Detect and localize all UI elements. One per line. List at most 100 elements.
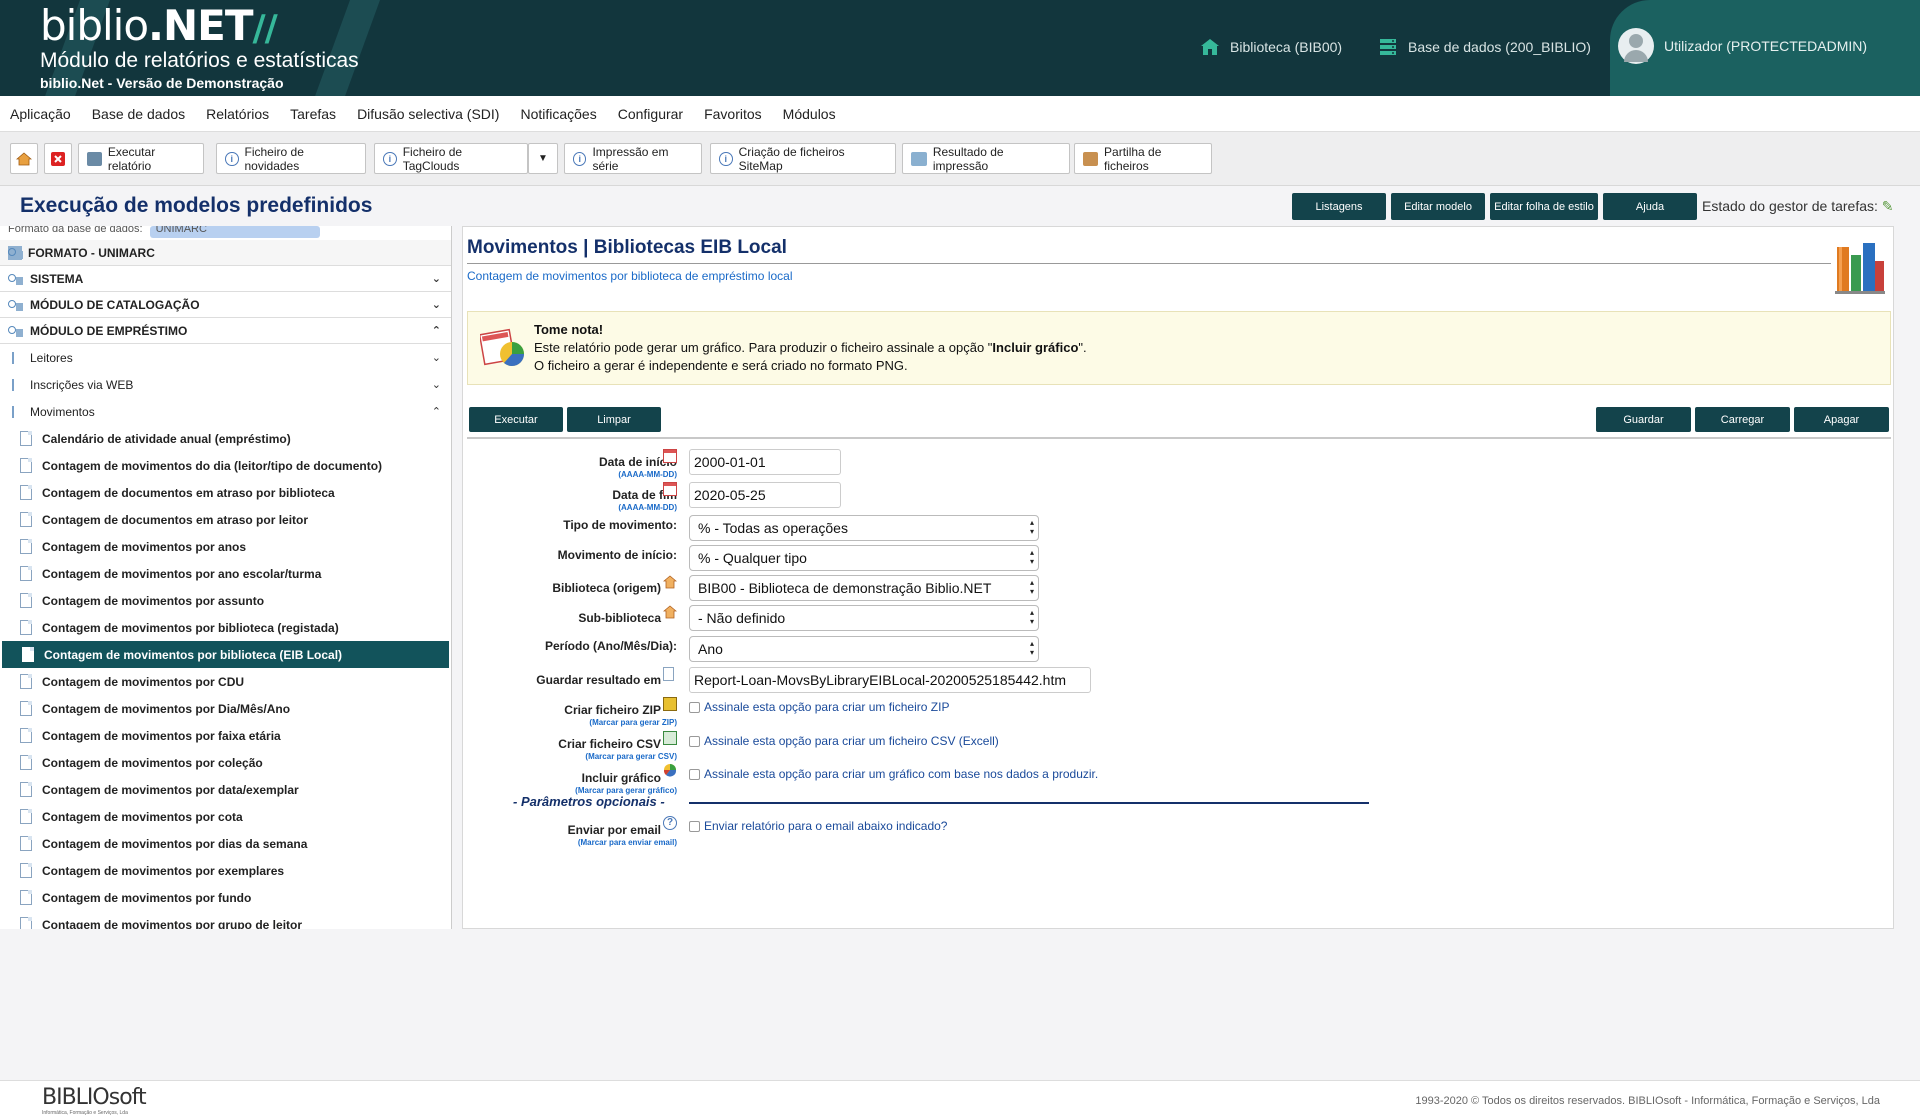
optional-divider [689,802,1369,804]
user-box[interactable]: Utilizador (PROTECTEDADMIN) [1610,0,1920,96]
home-button[interactable] [10,143,38,174]
document-icon [20,458,32,473]
delete-button[interactable]: Apagar [1794,407,1889,432]
calendar-icon[interactable] [663,482,677,496]
menu-base-de-dados[interactable]: Base de dados [92,106,185,122]
title-bar: Execução de modelos predefinidos Listage… [0,186,1920,224]
start-movement-label: Movimento de início: [557,548,677,562]
report-item[interactable]: Contagem de movimentos por CDU [0,668,451,695]
help-button[interactable]: Ajuda [1603,193,1697,220]
chart-label: Incluir gráfico [581,771,661,785]
report-item[interactable]: Contagem de movimentos por data/exemplar [0,776,451,803]
section-sistema[interactable]: SISTEMA ⌄ [0,266,451,292]
section-formato[interactable]: FORMATO - UNIMARC [0,240,451,266]
section-emprestimo[interactable]: MÓDULO DE EMPRÉSTIMO ⌃ [0,318,451,344]
chart-checkbox[interactable]: Assinale esta opção para criar um gráfic… [689,767,1098,781]
zip-icon [663,697,677,711]
print-result-button[interactable]: Resultado de impressão [902,143,1070,174]
document-icon [20,782,32,797]
report-item[interactable]: Contagem de movimentos por ano escolar/t… [0,560,451,587]
tagclouds-button[interactable]: i Ficheiro de TagClouds [374,143,528,174]
chevron-up-icon: ⌃ [431,406,441,418]
report-item[interactable]: Contagem de movimentos por grupo de leit… [0,911,451,929]
start-date-input[interactable] [689,449,841,475]
clear-button[interactable]: Limpar [567,407,661,432]
note-box: Tome nota! Este relatório pode gerar um … [467,311,1891,385]
sitemap-button[interactable]: i Criação de ficheiros SiteMap [710,143,896,174]
checkbox[interactable] [689,701,700,713]
serial-print-button[interactable]: i Impressão em série [564,143,702,174]
report-item[interactable]: Contagem de documentos em atraso por bib… [0,479,451,506]
zip-text: Assinale esta opção para criar um fichei… [704,700,950,714]
menu-tarefas[interactable]: Tarefas [290,106,336,122]
report-item[interactable]: Contagem de movimentos por cota [0,803,451,830]
save-button[interactable]: Guardar [1596,407,1691,432]
edit-model-button[interactable]: Editar modelo [1391,193,1485,220]
report-item[interactable]: Contagem de movimentos por Dia/Mês/Ano [0,695,451,722]
report-item[interactable]: Contagem de movimentos por fundo [0,884,451,911]
app-header: biblio.NET// Módulo de relatórios e esta… [0,0,1920,96]
section-catalogacao[interactable]: MÓDULO DE CATALOGAÇÃO ⌄ [0,292,451,318]
tagclouds-dropdown-button[interactable]: ▼ [528,143,558,174]
library-origin-select[interactable]: BIB00 - Biblioteca de demonstração Bibli… [689,575,1039,601]
document-icon [20,890,32,905]
app-version: biblio.Net - Versão de Demonstração [40,75,284,91]
menu-relatorios[interactable]: Relatórios [206,106,269,122]
start-movement-select[interactable]: % - Qualquer tipo [689,545,1039,571]
document-icon [20,512,32,527]
tree-icon [8,272,24,286]
info-icon: i [225,151,239,166]
menu-notificacoes[interactable]: Notificações [520,106,596,122]
csv-checkbox[interactable]: Assinale esta opção para criar um fichei… [689,734,999,748]
report-item[interactable]: Contagem de movimentos por coleção [0,749,451,776]
help-icon[interactable]: ? [663,816,677,830]
calendar-icon[interactable] [663,449,677,463]
movement-type-label: Tipo de movimento: [563,518,677,532]
save-result-input[interactable] [689,667,1091,693]
library-info[interactable]: Biblioteca (BIB00) [1200,38,1342,56]
checkbox[interactable] [689,735,700,747]
file-share-button[interactable]: Partilha de ficheiros [1074,143,1212,174]
menu-favoritos[interactable]: Favoritos [704,106,762,122]
sidebar-item-leitores[interactable]: Leitores ⌄ [0,344,451,371]
sublibrary-select[interactable]: - Não definido [689,605,1039,631]
sidebar-item-movimentos[interactable]: Movimentos ⌃ [0,398,451,425]
checkbox[interactable] [689,820,700,832]
database-format-value: UNIMARC [155,226,207,235]
news-file-button[interactable]: i Ficheiro de novidades [216,143,366,174]
menu-modulos[interactable]: Módulos [783,106,836,122]
zip-label: Criar ficheiro ZIP [564,703,661,717]
sidebar-item-inscricoes[interactable]: Inscrições via WEB ⌄ [0,371,451,398]
movement-type-select[interactable]: % - Todas as operações [689,515,1039,541]
edit-stylesheet-button[interactable]: Editar folha de estilo [1490,193,1598,220]
listings-button[interactable]: Listagens [1292,193,1386,220]
period-select[interactable]: Ano [689,636,1039,662]
report-item[interactable]: Contagem de movimentos por biblioteca (r… [0,614,451,641]
execute-button[interactable]: Executar [469,407,563,432]
email-checkbox[interactable]: Enviar relatório para o email abaixo ind… [689,819,947,833]
report-item-label: Contagem de documentos em atraso por lei… [42,512,309,527]
load-button[interactable]: Carregar [1695,407,1790,432]
report-item[interactable]: Contagem de movimentos por biblioteca (E… [2,641,449,668]
report-item-label: Contagem de movimentos por grupo de leit… [42,917,303,930]
menu-configurar[interactable]: Configurar [618,106,683,122]
report-item[interactable]: Contagem de movimentos do dia (leitor/ti… [0,452,451,479]
database-format-select[interactable]: UNIMARC [149,226,320,238]
database-info[interactable]: Base de dados (200_BIBLIO) [1378,38,1591,56]
report-item[interactable]: Contagem de movimentos por faixa etária [0,722,451,749]
report-item[interactable]: Contagem de movimentos por exemplares [0,857,451,884]
report-item[interactable]: Contagem de movimentos por anos [0,533,451,560]
report-item[interactable]: Contagem de movimentos por dias da seman… [0,830,451,857]
checkbox[interactable] [689,768,700,780]
menu-sdi[interactable]: Difusão selectiva (SDI) [357,106,499,122]
report-item-label: Contagem de movimentos por faixa etária [42,728,281,743]
report-item[interactable]: Contagem de documentos em atraso por lei… [0,506,451,533]
menu-aplicacao[interactable]: Aplicação [10,106,71,122]
report-item[interactable]: Contagem de movimentos por assunto [0,587,451,614]
sidebar-item-label: Inscrições via WEB [30,377,134,392]
execute-report-button[interactable]: Executar relatório [78,143,204,174]
zip-checkbox[interactable]: Assinale esta opção para criar um fichei… [689,700,949,714]
report-item[interactable]: Calendário de atividade anual (empréstim… [0,425,451,452]
end-date-input[interactable] [689,482,841,508]
close-button[interactable] [44,143,72,174]
